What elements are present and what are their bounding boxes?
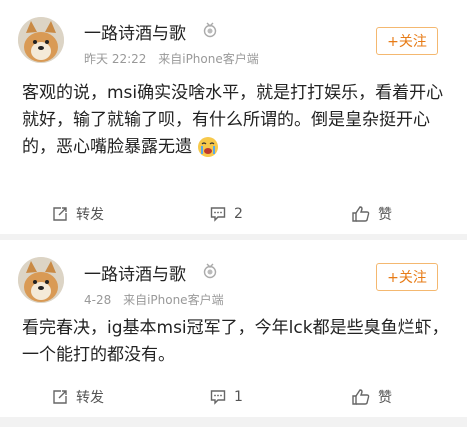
avatar[interactable] <box>18 257 64 303</box>
repost-button[interactable]: 转发 <box>52 385 104 409</box>
action-bar: 转发 2 赞 <box>0 200 467 228</box>
shiba-avatar-icon <box>18 17 64 63</box>
comment-button[interactable]: 2 <box>210 202 243 226</box>
comment-icon <box>210 207 226 222</box>
post-source: 来自iPhone客户端 <box>158 52 259 66</box>
comment-icon <box>210 390 226 405</box>
weibo-post: 一路诗酒与歌 昨天 22:22 来自iPhone客户端 +关注 客观的说，msi… <box>0 0 467 234</box>
comment-count: 1 <box>234 389 243 405</box>
comment-button[interactable]: 1 <box>210 385 243 409</box>
repost-label: 转发 <box>76 390 104 406</box>
medal-icon <box>203 22 217 38</box>
username[interactable]: 一路诗酒与歌 <box>84 19 186 44</box>
comment-count: 2 <box>234 206 243 222</box>
like-button[interactable]: 赞 <box>352 385 392 409</box>
post-content: 客观的说，msi确实没啥水平，就是打打娱乐，看着开心就好，输了就输了呗，有什么所… <box>22 80 452 161</box>
post-text: 看完春决，ig基本msi冠军了，今年lck都是些臭鱼烂虾，一个能打的都没有。 <box>22 318 449 365</box>
weibo-post: 一路诗酒与歌 4-28 来自iPhone客户端 +关注 看完春决，ig基本msi… <box>0 240 467 417</box>
like-label: 赞 <box>378 390 392 406</box>
like-button[interactable]: 赞 <box>352 202 392 226</box>
follow-button[interactable]: +关注 <box>376 27 438 55</box>
repost-button[interactable]: 转发 <box>52 202 104 226</box>
repost-icon <box>53 390 67 404</box>
shiba-avatar-icon <box>18 257 64 303</box>
like-icon <box>352 206 370 222</box>
post-content: 看完春决，ig基本msi冠军了，今年lck都是些臭鱼烂虾，一个能打的都没有。 <box>22 315 452 369</box>
repost-label: 转发 <box>76 207 104 223</box>
post-source: 来自iPhone客户端 <box>123 293 224 307</box>
username[interactable]: 一路诗酒与歌 <box>84 260 186 285</box>
post-meta: 昨天 22:22 来自iPhone客户端 <box>84 50 267 67</box>
medal-icon <box>203 263 217 279</box>
crying-emoji-icon <box>198 137 219 157</box>
follow-button[interactable]: +关注 <box>376 263 438 291</box>
avatar[interactable] <box>18 17 64 63</box>
post-time: 4-28 <box>84 293 112 307</box>
post-meta: 4-28 来自iPhone客户端 <box>84 291 232 308</box>
like-label: 赞 <box>378 207 392 223</box>
repost-icon <box>53 207 67 221</box>
post-time: 昨天 22:22 <box>84 52 147 66</box>
like-icon <box>352 389 370 405</box>
action-bar: 转发 1 赞 <box>0 383 467 411</box>
post-text: 客观的说，msi确实没啥水平，就是打打娱乐，看着开心就好，输了就输了呗，有什么所… <box>22 83 444 157</box>
